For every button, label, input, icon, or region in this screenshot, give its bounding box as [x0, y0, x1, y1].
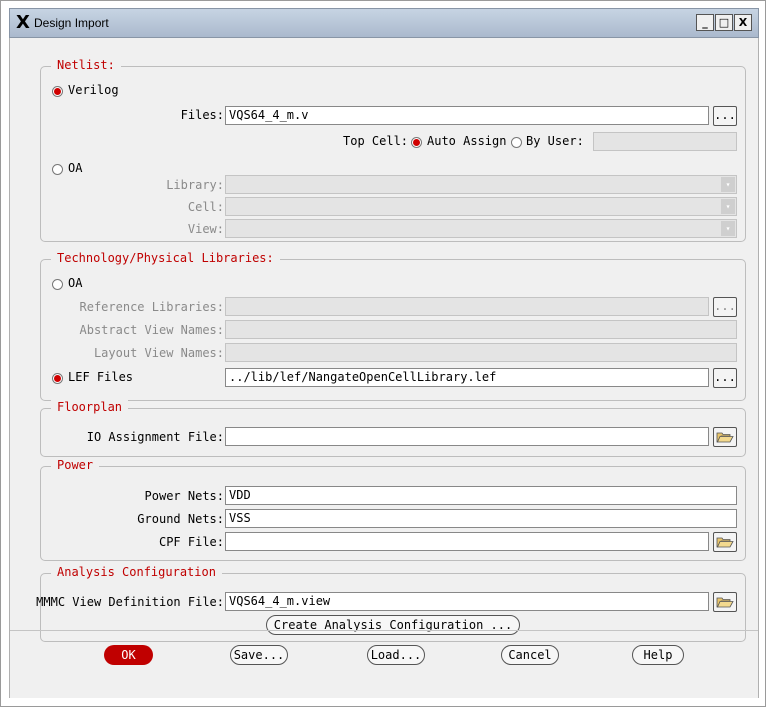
create-analysis-configuration-button[interactable]: Create Analysis Configuration ... [266, 615, 520, 635]
title-bar[interactable]: X Design Import _ □ X [9, 8, 759, 38]
power-nets-input[interactable]: VDD [225, 486, 737, 505]
library-select[interactable]: ▾ [225, 175, 737, 194]
files-browse-button[interactable]: ... [713, 106, 737, 126]
auto-assign-radio[interactable] [411, 137, 422, 148]
layout-view-names-label: Layout View Names: [93, 346, 224, 360]
analysis-legend: Analysis Configuration [51, 565, 222, 579]
folder-open-icon [716, 597, 734, 608]
x-window-icon: X [16, 12, 30, 33]
reference-libraries-label: Reference Libraries: [79, 300, 225, 314]
chevron-down-icon: ▾ [721, 177, 735, 192]
mmmc-view-definition-input[interactable]: VQS64_4_m.view [225, 592, 709, 611]
tech-oa-radio[interactable] [52, 279, 63, 290]
close-button[interactable]: X [734, 14, 752, 31]
bottom-separator [10, 630, 758, 631]
auto-assign-label: Auto Assign [427, 134, 507, 148]
view-select[interactable]: ▾ [225, 219, 737, 238]
cell-select[interactable]: ▾ [225, 197, 737, 216]
abstract-view-names-label: Abstract View Names: [79, 323, 225, 337]
netlist-legend: Netlist: [51, 58, 121, 72]
lef-files-radio[interactable] [52, 373, 63, 384]
ground-nets-input[interactable]: VSS [225, 509, 737, 528]
design-import-window: X Design Import _ □ X Netlist: Verilog F… [0, 0, 766, 707]
ok-button[interactable]: OK [104, 645, 153, 665]
library-label: Library: [166, 178, 224, 192]
floorplan-legend: Floorplan [51, 400, 129, 414]
layout-view-names-input[interactable] [225, 343, 737, 362]
by-user-radio[interactable] [511, 137, 522, 148]
chevron-down-icon: ▾ [721, 221, 735, 236]
io-assignment-file-label: IO Assignment File: [86, 430, 224, 444]
verilog-radio[interactable] [52, 86, 63, 97]
view-label: View: [187, 222, 224, 236]
io-assignment-folder-button[interactable] [713, 427, 737, 447]
folder-open-icon [716, 432, 734, 443]
reference-libraries-input[interactable] [225, 297, 709, 316]
mmmc-view-definition-label: MMMC View Definition File: [36, 595, 224, 609]
cell-label: Cell: [187, 200, 224, 214]
window-title: Design Import [34, 16, 109, 30]
by-user-input[interactable] [593, 132, 737, 151]
folder-open-icon [716, 537, 734, 548]
netlist-oa-radio[interactable] [52, 164, 63, 175]
lef-files-input[interactable]: ../lib/lef/NangateOpenCellLibrary.lef [225, 368, 709, 387]
top-cell-label: Top Cell: [343, 134, 409, 148]
cpf-folder-button[interactable] [713, 532, 737, 552]
cpf-file-input[interactable] [225, 532, 709, 551]
ground-nets-label: Ground Nets: [137, 512, 224, 526]
minimize-button[interactable]: _ [696, 14, 714, 31]
lef-files-label: LEF Files [68, 370, 134, 384]
io-assignment-file-input[interactable] [225, 427, 709, 446]
tech-oa-label: OA [68, 276, 83, 290]
netlist-oa-label: OA [68, 161, 83, 175]
load-button[interactable]: Load... [367, 645, 425, 665]
verilog-label: Verilog [68, 83, 119, 97]
tech-legend: Technology/Physical Libraries: [51, 251, 280, 265]
dialog-body: Netlist: Verilog Files: VQS64_4_m.v ... … [9, 38, 759, 698]
mmmc-folder-button[interactable] [713, 592, 737, 612]
chevron-down-icon: ▾ [721, 199, 735, 214]
abstract-view-names-input[interactable] [225, 320, 737, 339]
reference-libraries-browse-button[interactable]: ... [713, 297, 737, 317]
files-input[interactable]: VQS64_4_m.v [225, 106, 709, 125]
help-button[interactable]: Help [632, 645, 684, 665]
cpf-file-label: CPF File: [158, 535, 224, 549]
files-label: Files: [180, 108, 224, 122]
by-user-label: By User: [526, 134, 584, 148]
maximize-button[interactable]: □ [715, 14, 733, 31]
power-nets-label: Power Nets: [144, 489, 224, 503]
save-button[interactable]: Save... [230, 645, 288, 665]
lef-files-browse-button[interactable]: ... [713, 368, 737, 388]
cancel-button[interactable]: Cancel [501, 645, 559, 665]
power-legend: Power [51, 458, 100, 472]
